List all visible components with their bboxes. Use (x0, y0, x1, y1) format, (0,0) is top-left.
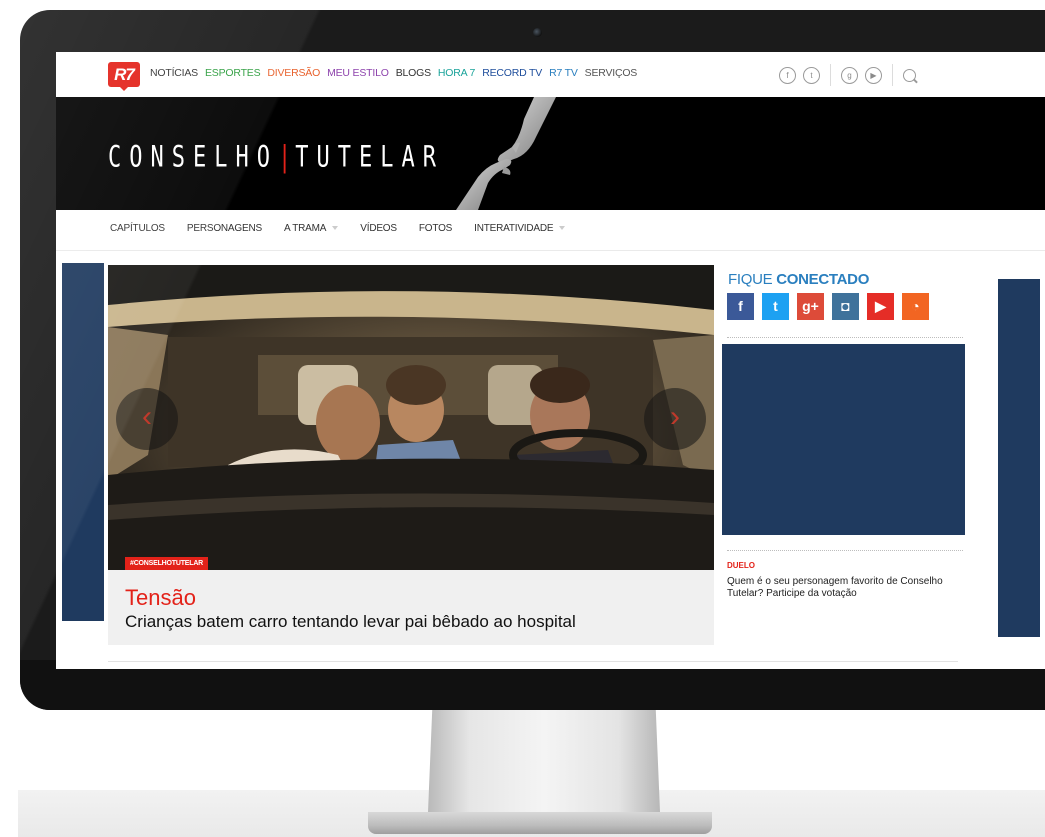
ad-box[interactable] (722, 344, 965, 535)
top-navigation: R7 NOTÍCIAS ESPORTES DIVERSÃO MEU ESTILO BLO… (56, 52, 1045, 97)
section-divider (108, 661, 958, 662)
subnav-link-fotos[interactable]: FOTOS (419, 223, 452, 234)
subnav-link-capítulos[interactable]: CAPÍTULOS (110, 223, 165, 234)
ad-skin-left[interactable] (62, 263, 104, 621)
subnav-label: FOTOS (418, 223, 453, 234)
r7-logo[interactable]: R7 (108, 62, 140, 91)
rss-icon[interactable]: ◔ (902, 293, 929, 320)
google-plus-icon[interactable]: g (841, 66, 858, 84)
facebook-icon[interactable]: f (727, 293, 754, 320)
car-scene-illustration (108, 265, 714, 570)
topnav-social: f t g ▶ (779, 64, 916, 86)
hero-kicker[interactable]: Tensão (125, 585, 196, 611)
youtube-icon[interactable]: ▶ (865, 66, 882, 84)
follow-heading-light: FIQUE (728, 271, 773, 288)
slider-prev-button[interactable]: ‹ (116, 388, 178, 450)
duelo-label[interactable]: DUELO (727, 561, 755, 570)
twitter-icon[interactable]: t (803, 66, 820, 84)
divider (830, 64, 831, 86)
monitor-stand-base (368, 812, 712, 834)
slider-next-button[interactable]: › (644, 388, 706, 450)
monitor-bezel: R7 NOTÍCIAS ESPORTES DIVERSÃO MEU ESTILO BLO… (20, 10, 1045, 710)
hands-artwork (456, 97, 556, 210)
hero-slider[interactable]: ‹ › #CONSELHOTUTELAR Tensão Crianças bat… (108, 265, 714, 645)
subnav-label: INTERATIVIDADE (474, 223, 554, 234)
show-logo[interactable]: CONSELHO|TUTELAR (108, 141, 444, 175)
topnav-link-hora-7[interactable]: HORA 7 (438, 67, 476, 79)
topnav-link-notícias[interactable]: NOTÍCIAS (150, 67, 198, 79)
twitter-icon[interactable]: t (762, 293, 789, 320)
show-subnav: CAPÍTULOS PERSONAGENS A TRAMA VÍDEOS FOTOS IN… (56, 210, 1045, 251)
instagram-icon[interactable]: ◘ (832, 293, 859, 320)
subnav-label: A TRAMA (283, 223, 327, 234)
subnav-links: CAPÍTULOS PERSONAGENS A TRAMA VÍDEOS FOTOS IN… (110, 223, 566, 234)
monitor-stand (428, 700, 660, 812)
topnav-link-esportes[interactable]: ESPORTES (205, 67, 261, 79)
ad-skin-right[interactable] (998, 279, 1040, 637)
subnav-link-vídeos[interactable]: VÍDEOS (360, 223, 397, 234)
chevron-down-icon (332, 226, 339, 231)
topnav-link-meu-estilo[interactable]: MEU ESTILO (327, 67, 389, 79)
subnav-link-personagens[interactable]: PERSONAGENS (187, 223, 262, 234)
show-logo-separator: | (277, 141, 296, 175)
webcam (533, 28, 542, 37)
follow-heading-bold: CONECTADO (776, 271, 870, 288)
topnav-link-record-tv[interactable]: RECORD TV (482, 67, 542, 79)
subnav-link-a-trama[interactable]: A TRAMA (283, 223, 339, 234)
subnav-link-interatividade[interactable]: INTERATIVIDADE (474, 223, 566, 234)
chevron-down-icon (559, 226, 566, 231)
show-logo-left: CONSELHO (108, 141, 278, 175)
show-banner: CONSELHO|TUTELAR (56, 97, 1045, 210)
facebook-icon[interactable]: f (779, 66, 796, 84)
topnav-link-r7-tv[interactable]: R7 TV (549, 67, 578, 79)
google-plus-icon[interactable]: g+ (797, 293, 824, 320)
dotted-divider (727, 550, 963, 551)
duelo-link[interactable]: Quem é o seu personagem favorito de Cons… (727, 576, 967, 600)
hashtag-badge[interactable]: #CONSELHOTUTELAR (125, 557, 209, 570)
hero-headline[interactable]: Crianças batem carro tentando levar pai … (125, 612, 576, 632)
subnav-label: CAPÍTULOS (110, 223, 165, 234)
dotted-divider (727, 337, 963, 338)
subnav-label: VÍDEOS (360, 223, 397, 234)
browser-screen: R7 NOTÍCIAS ESPORTES DIVERSÃO MEU ESTILO BLO… (56, 52, 1045, 669)
hero-image[interactable]: ‹ › (108, 265, 714, 570)
topnav-link-blogs[interactable]: BLOGS (396, 67, 431, 79)
follow-social-buttons: f t g+ ◘ ▶ ◔ (727, 293, 929, 320)
search-icon[interactable] (903, 68, 916, 82)
topnav-links: NOTÍCIAS ESPORTES DIVERSÃO MEU ESTILO BLOGS H… (150, 67, 637, 79)
topnav-link-serviços[interactable]: SERVIÇOS (585, 67, 638, 79)
follow-heading: FIQUE CONECTADO (728, 271, 869, 288)
subnav-label: PERSONAGENS (186, 223, 262, 234)
divider (892, 64, 893, 86)
topnav-link-diversão[interactable]: DIVERSÃO (267, 67, 320, 79)
youtube-icon[interactable]: ▶ (867, 293, 894, 320)
